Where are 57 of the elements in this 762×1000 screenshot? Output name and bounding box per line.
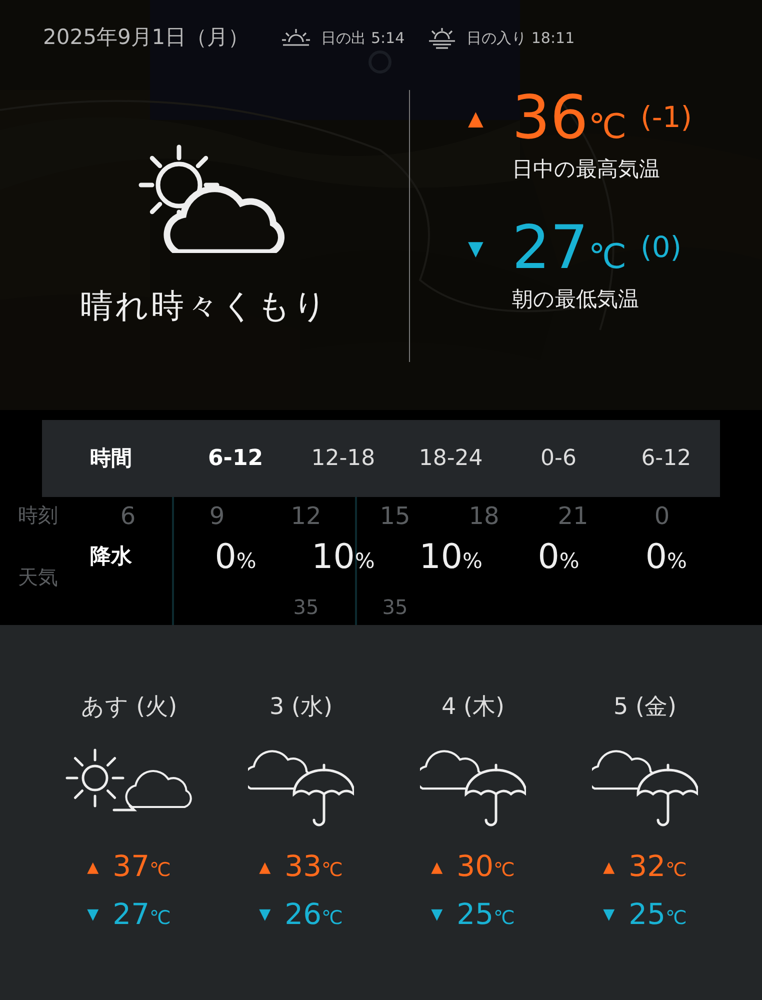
day-label: 4 (木): [442, 693, 504, 722]
precipitation-value: 10%: [418, 536, 484, 578]
high-temp: 33℃: [284, 848, 343, 885]
time-period: 0-6: [540, 445, 578, 473]
hour-label: 12: [290, 501, 322, 532]
down-arrow: ▼: [603, 904, 615, 925]
up-arrow: ▲: [468, 105, 484, 132]
hour-label: 9: [208, 501, 226, 532]
low-temp: 25℃: [628, 896, 687, 932]
low-temp: 27℃: [512, 218, 627, 278]
sunrise-icon: [281, 28, 312, 48]
low-label: 朝の最低気温: [512, 286, 640, 312]
temp-label: 35: [292, 594, 320, 621]
high-temp: 36℃: [512, 88, 627, 148]
day-label: あす (火): [80, 693, 178, 722]
down-arrow: ▼: [431, 904, 443, 925]
precipitation-value: 0%: [644, 536, 688, 578]
date-label: 2025年9月1日（月）: [43, 24, 250, 52]
up-arrow: ▲: [431, 856, 443, 878]
row-label: 天気: [18, 564, 58, 591]
high-temp: 37℃: [112, 848, 171, 885]
down-arrow: ▼: [259, 904, 271, 925]
high-diff: (-1): [640, 99, 692, 136]
hour-label: 0: [653, 501, 671, 532]
low-temp: 25℃: [456, 896, 515, 932]
low-temp: 26℃: [284, 896, 343, 932]
hour-label: 21: [556, 501, 590, 532]
weather-label: 晴れ時々くもり: [80, 285, 329, 327]
up-arrow: ▲: [259, 856, 271, 878]
sunrise-time: 日の出 5:14: [321, 28, 405, 49]
temp-label: 35: [381, 594, 409, 621]
low-temp: 27℃: [112, 896, 171, 932]
precipitation-value: 0%: [214, 536, 258, 578]
precipitation-value: 0%: [536, 536, 580, 578]
hour-label: 6: [119, 501, 137, 532]
high-temp: 32℃: [628, 848, 687, 885]
sunset-icon: [426, 27, 457, 49]
up-arrow: ▲: [87, 856, 99, 878]
day-label: 3 (水): [270, 693, 332, 722]
hour-label: 18: [468, 501, 500, 532]
time-period: 18-24: [418, 445, 484, 473]
time-period: 12-18: [310, 445, 376, 473]
low-diff: (0): [640, 228, 682, 266]
row-label: 時刻: [18, 502, 58, 529]
sunset-time: 日の入り 18:11: [466, 28, 575, 49]
column-header: 時間: [90, 446, 132, 470]
high-temp: 30℃: [456, 848, 515, 885]
up-arrow: ▲: [603, 856, 615, 878]
time-period: 6-12: [640, 445, 692, 473]
down-arrow: ▼: [87, 904, 99, 925]
time-period: 6-12: [207, 445, 264, 473]
high-label: 日中の最高気温: [512, 156, 661, 183]
row-label: 降水: [90, 544, 132, 568]
down-arrow: ▼: [468, 234, 484, 262]
hour-label: 15: [378, 501, 412, 532]
precipitation-value: 10%: [310, 536, 376, 578]
day-label: 5 (金): [614, 693, 676, 722]
